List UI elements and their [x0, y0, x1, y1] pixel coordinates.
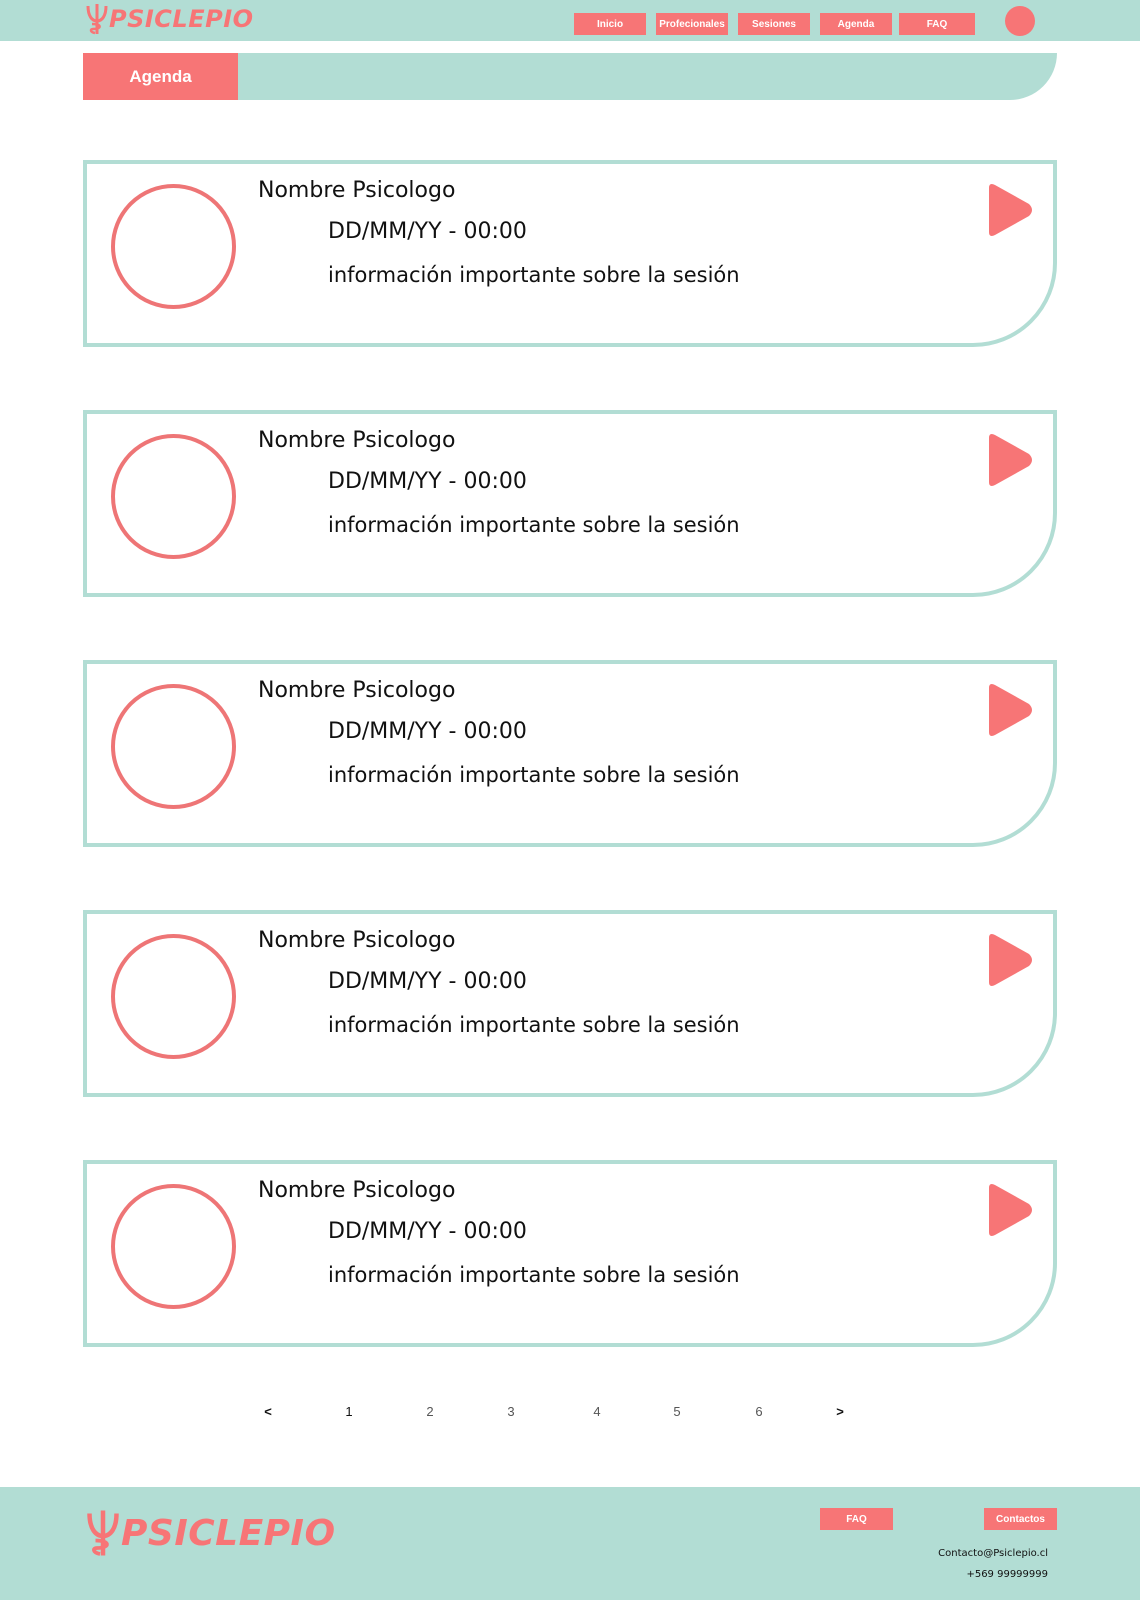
session-info: información importante sobre la sesión	[328, 263, 740, 287]
user-avatar-icon[interactable]	[1005, 6, 1035, 36]
brand-logo[interactable]: PSICLEPIO	[85, 2, 254, 36]
play-icon[interactable]	[985, 682, 1035, 738]
caduceus-logo-icon	[86, 4, 108, 35]
pagination-page-1[interactable]: 1	[345, 1404, 352, 1419]
psychologist-name: Nombre Psicologo	[258, 928, 456, 953]
play-icon[interactable]	[985, 932, 1035, 988]
footer-phone: +569 99999999	[966, 1569, 1048, 1580]
pagination-page-4[interactable]: 4	[593, 1404, 600, 1419]
session-datetime: DD/MM/YY - 00:00	[328, 969, 527, 994]
play-icon[interactable]	[985, 182, 1035, 238]
nav-item-sesiones[interactable]: Sesiones	[738, 13, 810, 35]
top-header: PSICLEPIO Inicio Profecionales Sesiones …	[0, 0, 1140, 41]
session-card: Nombre Psicologo DD/MM/YY - 00:00 inform…	[83, 410, 1057, 597]
psychologist-name: Nombre Psicologo	[258, 1178, 456, 1203]
session-info: información importante sobre la sesión	[328, 1013, 740, 1037]
pagination-next-button[interactable]: >	[836, 1404, 844, 1419]
session-card: Nombre Psicologo DD/MM/YY - 00:00 inform…	[83, 160, 1057, 347]
pagination-page-6[interactable]: 6	[755, 1404, 762, 1419]
caduceus-logo-icon	[87, 1510, 119, 1556]
pagination: < 1 2 3 4 5 6 >	[0, 1404, 1140, 1424]
footer: PSICLEPIO FAQ Contactos Contacto@Psiclep…	[0, 1487, 1140, 1600]
psychologist-name: Nombre Psicologo	[258, 178, 456, 203]
session-datetime: DD/MM/YY - 00:00	[328, 1219, 527, 1244]
session-info: información importante sobre la sesión	[328, 513, 740, 537]
footer-brand-logo[interactable]: PSICLEPIO	[85, 1507, 336, 1559]
pagination-page-2[interactable]: 2	[426, 1404, 433, 1419]
nav-item-agenda[interactable]: Agenda	[820, 13, 892, 35]
session-info: información importante sobre la sesión	[328, 1263, 740, 1287]
psychologist-avatar	[111, 1184, 236, 1309]
session-card: Nombre Psicologo DD/MM/YY - 00:00 inform…	[83, 910, 1057, 1097]
psychologist-avatar	[111, 934, 236, 1059]
play-icon[interactable]	[985, 1182, 1035, 1238]
psychologist-name: Nombre Psicologo	[258, 428, 456, 453]
nav-item-faq[interactable]: FAQ	[899, 13, 975, 35]
pagination-prev-button[interactable]: <	[264, 1404, 272, 1419]
session-info: información importante sobre la sesión	[328, 763, 740, 787]
session-datetime: DD/MM/YY - 00:00	[328, 219, 527, 244]
footer-faq-button[interactable]: FAQ	[820, 1508, 893, 1530]
psychologist-name: Nombre Psicologo	[258, 678, 456, 703]
page-title: Agenda	[83, 53, 238, 100]
footer-email[interactable]: Contacto@Psiclepio.cl	[938, 1548, 1048, 1559]
play-icon[interactable]	[985, 432, 1035, 488]
psychologist-avatar	[111, 434, 236, 559]
psychologist-avatar	[111, 684, 236, 809]
session-datetime: DD/MM/YY - 00:00	[328, 719, 527, 744]
pagination-page-3[interactable]: 3	[507, 1404, 514, 1419]
psychologist-avatar	[111, 184, 236, 309]
nav-item-inicio[interactable]: Inicio	[574, 13, 646, 35]
session-datetime: DD/MM/YY - 00:00	[328, 469, 527, 494]
footer-contact-button[interactable]: Contactos	[984, 1508, 1057, 1530]
footer-logo-text: PSICLEPIO	[121, 1512, 336, 1554]
session-card: Nombre Psicologo DD/MM/YY - 00:00 inform…	[83, 660, 1057, 847]
pagination-page-5[interactable]: 5	[673, 1404, 680, 1419]
brand-logo-text: PSICLEPIO	[109, 5, 254, 33]
session-card: Nombre Psicologo DD/MM/YY - 00:00 inform…	[83, 1160, 1057, 1347]
nav-item-profecionales[interactable]: Profecionales	[656, 13, 728, 35]
